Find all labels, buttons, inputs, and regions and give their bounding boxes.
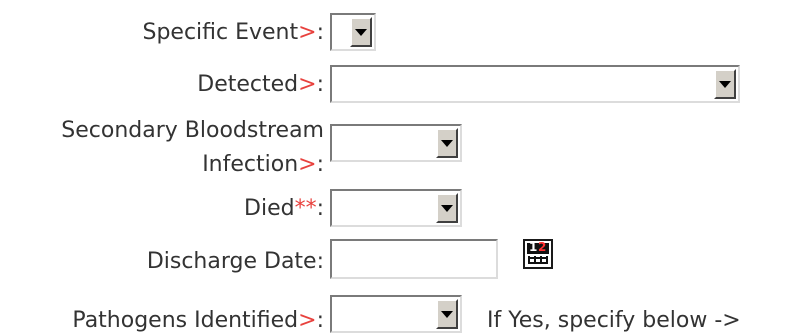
pathogens-identified-label-text: Pathogens Identified (72, 308, 299, 333)
secondary-bloodstream-label-line2-text: Infection (202, 152, 299, 177)
discharge-date-label: Discharge Date: (147, 249, 324, 275)
detected-label-text: Detected (197, 72, 299, 97)
specific-event-select[interactable] (330, 13, 376, 51)
secondary-bloodstream-label-line2: Infection>: (61, 152, 324, 178)
label-colon: : (316, 308, 324, 333)
label-colon: : (316, 152, 324, 177)
specific-event-label: Specific Event>: (142, 20, 324, 46)
secondary-bloodstream-infection-label: Secondary Bloodstream Infection>: (61, 118, 324, 178)
specific-event-label-text: Specific Event (142, 20, 299, 45)
required-marker: > (298, 72, 317, 97)
chevron-down-icon[interactable] (350, 17, 372, 47)
required-marker: > (298, 308, 317, 333)
chevron-down-icon[interactable] (714, 69, 736, 99)
died-select[interactable] (330, 189, 462, 227)
label-colon: : (316, 196, 324, 221)
chevron-down-icon[interactable] (436, 128, 458, 158)
died-label: Died**: (244, 196, 324, 222)
required-marker: > (298, 20, 317, 45)
label-colon: : (316, 20, 324, 45)
pathogens-note: If Yes, specify below -> (487, 308, 741, 333)
chevron-down-icon[interactable] (436, 299, 458, 329)
detected-label: Detected>: (197, 72, 324, 98)
discharge-date-label-text: Discharge Date: (146, 249, 324, 274)
detected-select[interactable] (330, 65, 740, 103)
chevron-down-icon[interactable] (436, 193, 458, 223)
pathogens-identified-select[interactable] (330, 295, 462, 333)
calendar-icon[interactable]: 12 (523, 239, 553, 269)
died-label-text: Died (244, 196, 295, 221)
required-marker: ** (294, 196, 317, 221)
secondary-bloodstream-infection-select[interactable] (330, 124, 462, 162)
pathogens-identified-label: Pathogens Identified>: (72, 308, 324, 334)
secondary-bloodstream-label-line1: Secondary Bloodstream (61, 118, 324, 143)
required-marker: > (298, 152, 317, 177)
discharge-date-input[interactable] (330, 239, 498, 279)
label-colon: : (316, 72, 324, 97)
